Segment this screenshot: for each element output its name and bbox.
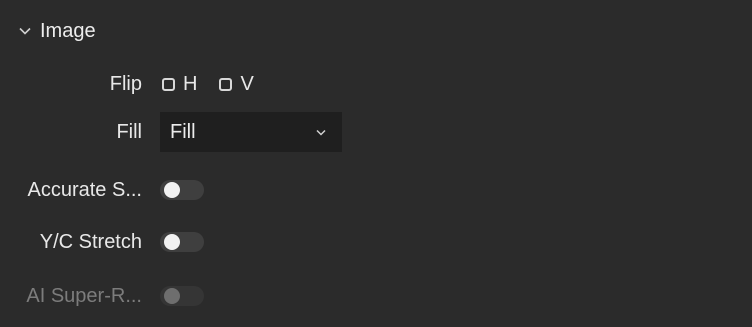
flip-h-label: H <box>183 72 198 95</box>
chevron-down-icon <box>18 24 32 38</box>
flip-label: Flip <box>109 72 142 95</box>
fill-select-value: Fill <box>170 120 196 143</box>
ai-super-toggle[interactable] <box>160 286 204 306</box>
yc-stretch-row: Y/C Stretch <box>0 222 752 262</box>
accurate-toggle[interactable] <box>160 180 204 200</box>
flip-v-checkbox[interactable]: V <box>219 72 254 96</box>
toggle-knob <box>164 288 180 304</box>
chevron-down-icon <box>314 125 328 139</box>
image-section-header[interactable]: Image <box>18 16 96 46</box>
ai-super-row: AI Super-R... <box>0 276 752 316</box>
fill-row: Fill Fill <box>0 112 752 152</box>
image-properties-panel: Image Flip H V Fill Fill Accurate S... Y… <box>0 0 752 327</box>
toggle-knob <box>164 234 180 250</box>
flip-row: Flip H V <box>0 64 752 104</box>
fill-select[interactable]: Fill <box>160 112 342 152</box>
flip-h-checkbox[interactable]: H <box>162 73 197 96</box>
accurate-row: Accurate S... <box>0 170 752 210</box>
flip-h-checkbox-box[interactable] <box>162 77 175 91</box>
yc-stretch-label: Y/C Stretch <box>39 230 142 253</box>
toggle-knob <box>164 182 180 198</box>
yc-stretch-toggle[interactable] <box>160 232 204 252</box>
section-title: Image <box>40 19 96 42</box>
ai-super-label: AI Super-R... <box>26 284 142 307</box>
accurate-label: Accurate S... <box>27 178 143 201</box>
fill-label: Fill <box>116 120 142 143</box>
flip-v-checkbox-box[interactable] <box>219 77 233 91</box>
flip-v-label: V <box>240 72 254 95</box>
